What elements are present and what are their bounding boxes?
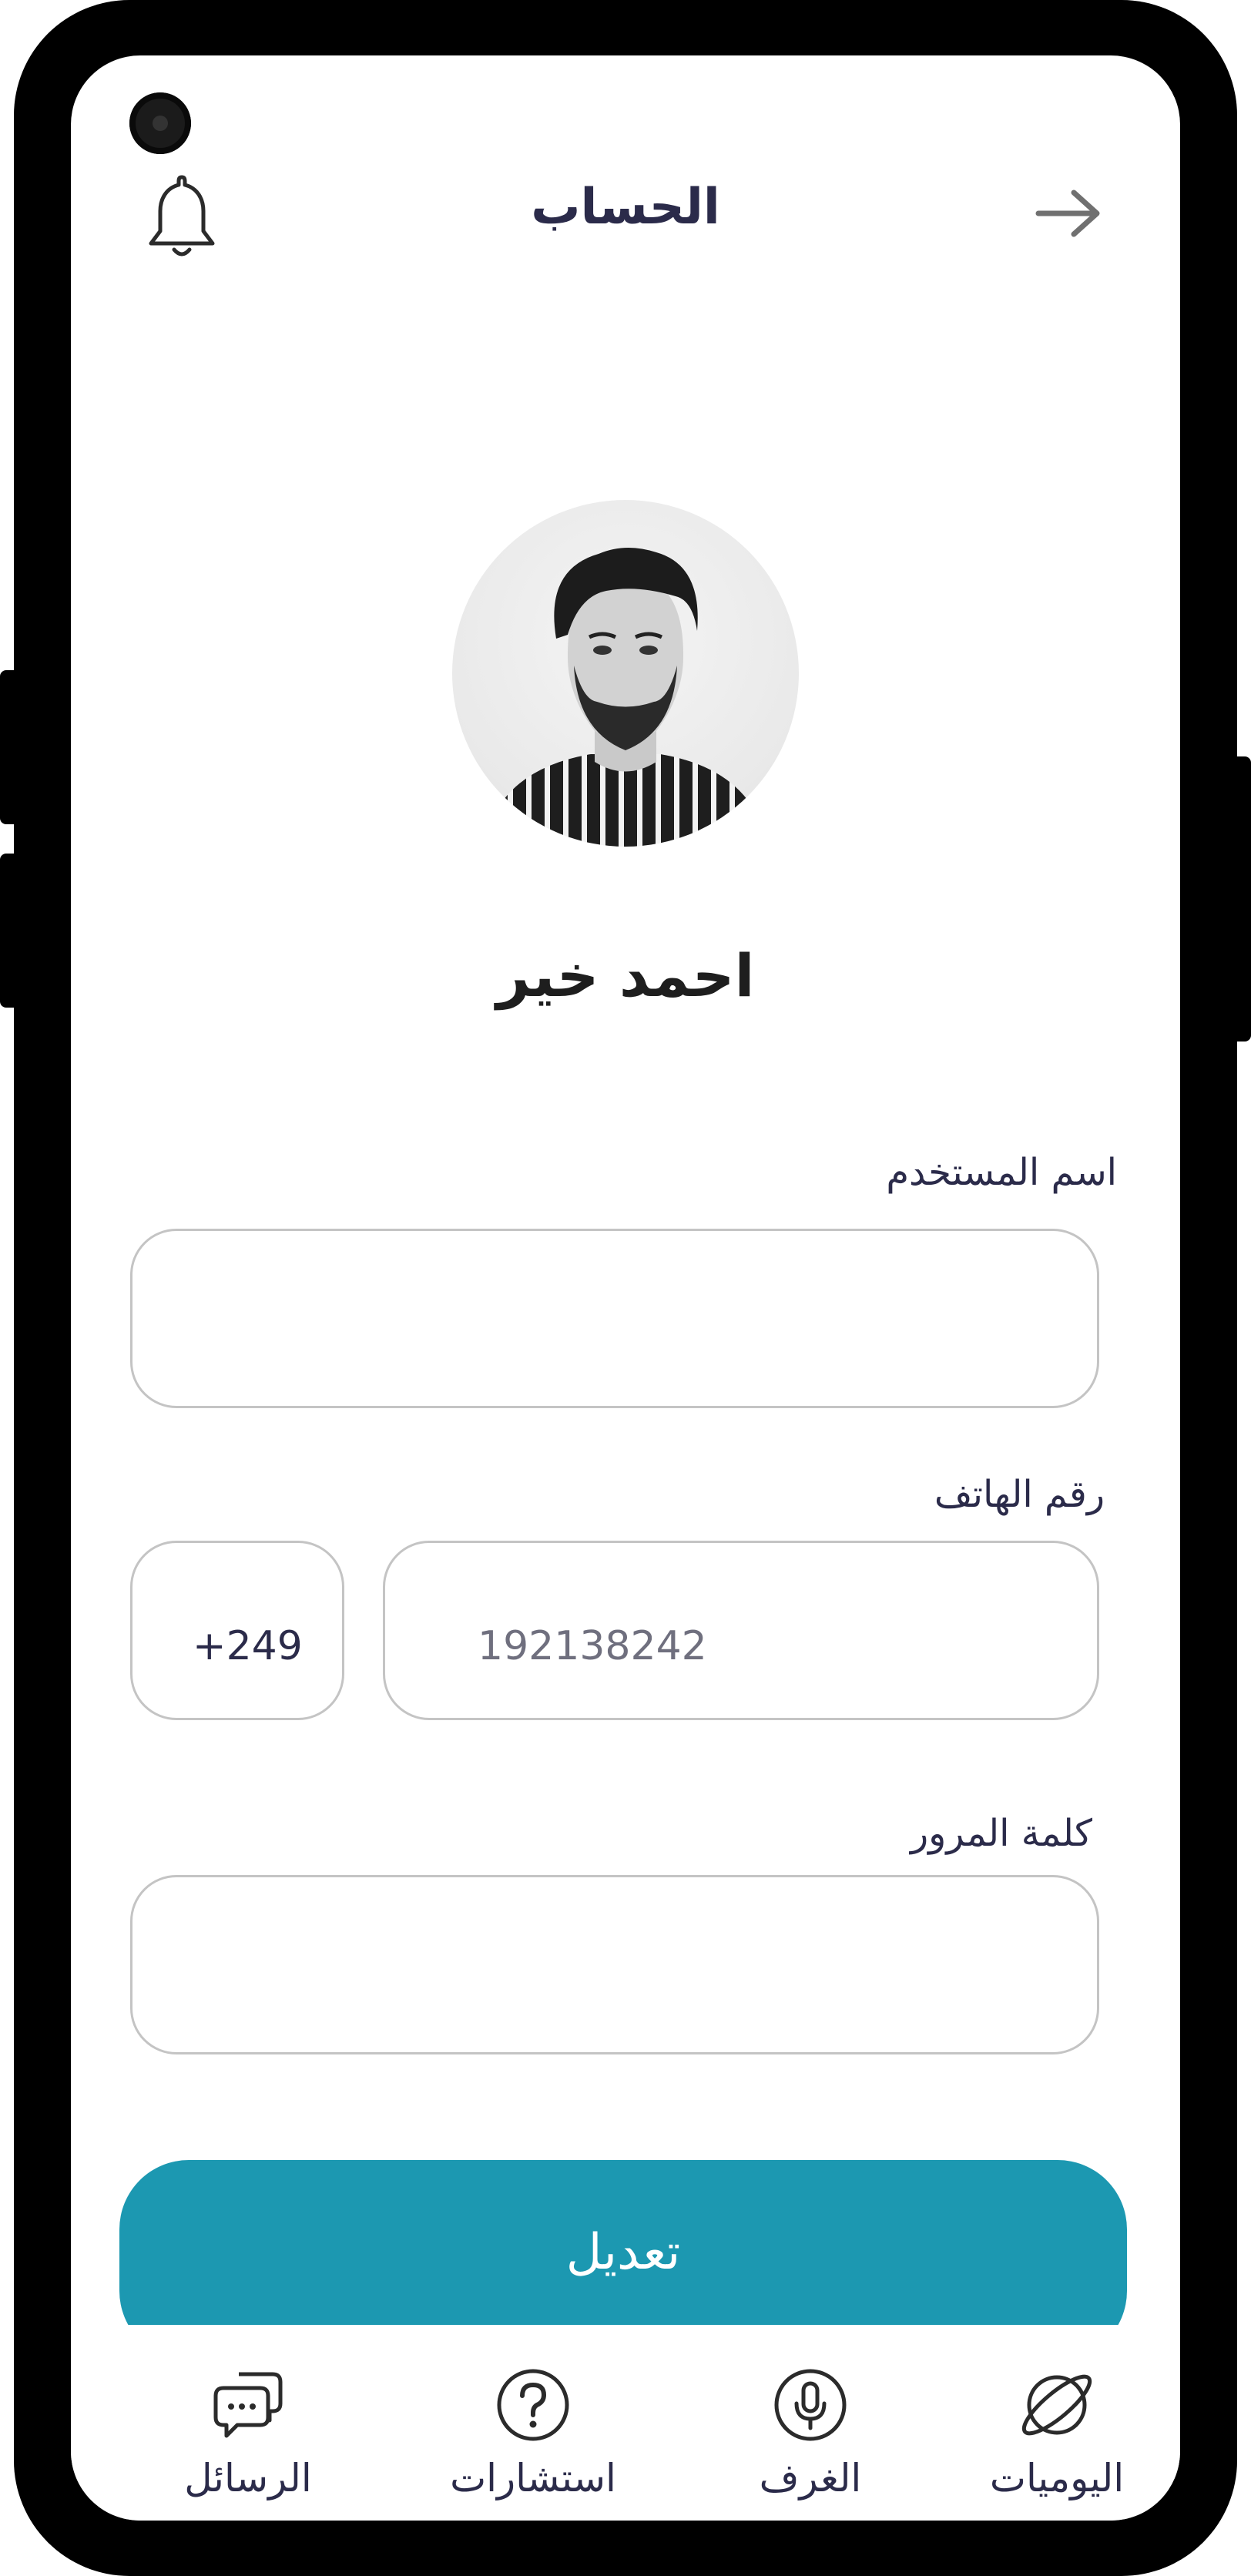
profile-name: احمد خير [496,941,755,1010]
tab-diaries[interactable]: اليوميات [941,2325,1172,2521]
phone-field[interactable]: 192138242 [383,1541,1099,1720]
tab-rooms-label: الغرف [759,2456,862,2501]
volume-down-button [0,854,23,1008]
phone-value: 192138242 [478,1623,707,1669]
front-camera [129,92,191,154]
arrow-right-icon[interactable] [1034,186,1103,240]
tab-rooms[interactable]: الغرف [695,2325,926,2521]
question-icon [497,2369,569,2441]
app-screen: الحساب احمد خير اسم المستخدم رقم الهاتف … [71,55,1180,2521]
microphone-icon [774,2369,847,2441]
username-field[interactable] [130,1229,1099,1408]
profile-photo [483,547,768,847]
password-label: كلمة المرور [910,1812,1092,1855]
tab-consultations-label: استشارات [450,2456,616,2501]
tab-consultations[interactable]: استشارات [418,2325,649,2521]
page-title: الحساب [531,179,720,236]
password-field[interactable] [130,1875,1099,2054]
tab-messages-label: الرسائل [184,2456,312,2501]
country-code-field[interactable]: +249 [130,1541,344,1720]
planet-icon [1021,2374,1092,2436]
avatar[interactable] [452,500,799,847]
tab-messages[interactable]: الرسائل [132,2325,364,2521]
volume-up-button [0,670,23,824]
country-code-value: +249 [193,1623,303,1669]
phone-label: رقم الهاتف [934,1473,1105,1516]
chat-icon [213,2372,283,2438]
tab-diaries-label: اليوميات [989,2456,1125,2501]
power-button [1228,756,1251,1041]
bottom-tab-bar: الرسائل استشارات الغرف اليوميات [71,2325,1180,2521]
username-label: اسم المستخدم [886,1151,1117,1194]
